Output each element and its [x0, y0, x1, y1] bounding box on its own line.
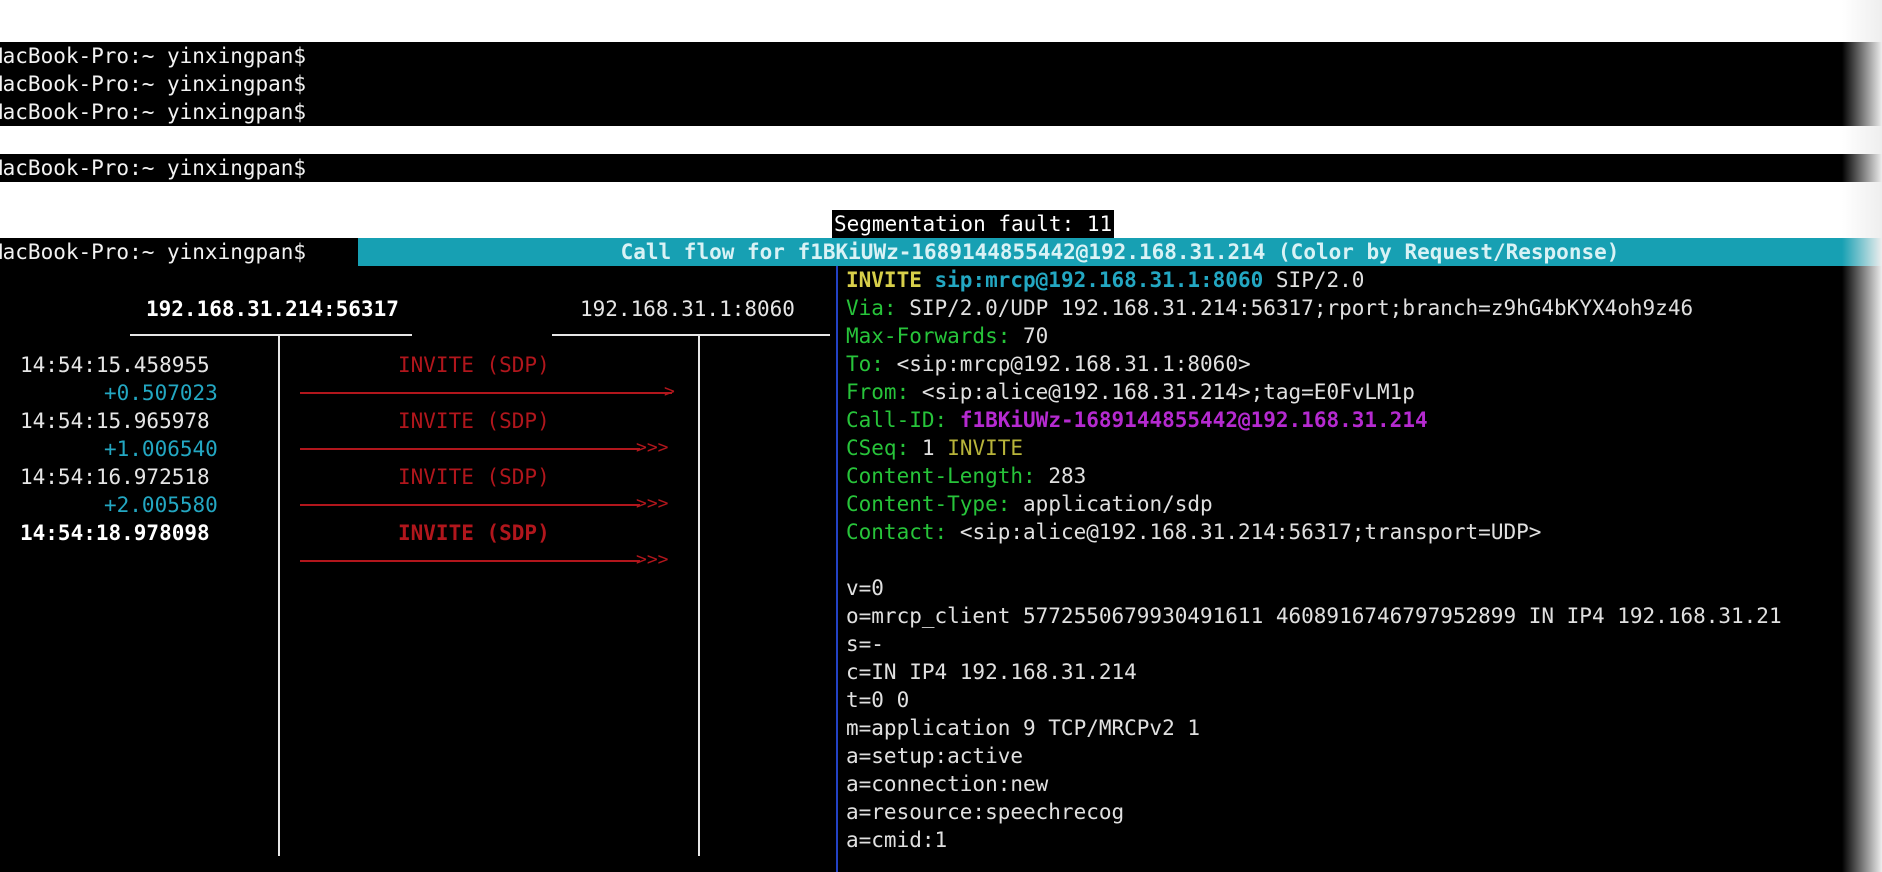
- cseq-method: INVITE: [947, 436, 1024, 460]
- host-a-label[interactable]: 192.168.31.214:56317: [146, 295, 399, 323]
- terminal-prompt-2: MacBook-Pro:~ yinxingpan$: [0, 72, 307, 96]
- message-timestamp-selected: 14:54:18.978098: [20, 521, 210, 545]
- message-arrow[interactable]: [300, 392, 672, 394]
- header-name: Contact:: [846, 520, 948, 544]
- host-b-label[interactable]: 192.168.31.1:8060: [580, 295, 795, 323]
- message-delta: +0.507023: [104, 381, 218, 405]
- terminal-prompt-1: MacBook-Pro:~ yinxingpan$: [0, 44, 307, 68]
- header-from: From: <sip:alice@192.168.31.214>;tag=E0F…: [846, 378, 1415, 406]
- header-value: application/sdp: [1023, 492, 1213, 516]
- message-timestamp: 14:54:15.965978: [20, 409, 210, 433]
- request-uri: sip:mrcp@192.168.31.1:8060: [934, 268, 1264, 292]
- arrow-head: >>>: [636, 549, 669, 570]
- request-line: INVITE sip:mrcp@192.168.31.1:8060 SIP/2.…: [846, 266, 1364, 294]
- request-method: INVITE: [846, 268, 922, 292]
- header-name: Via:: [846, 296, 897, 320]
- header-name: CSeq:: [846, 436, 910, 460]
- host-b-lifeline: [698, 336, 700, 856]
- sdp-line: a=cmid:1: [846, 828, 948, 852]
- host-b-underline: [552, 334, 830, 336]
- header-content-length: Content-Length: 283: [846, 462, 1086, 490]
- header-name: Call-ID:: [846, 408, 948, 432]
- header-content-type: Content-Type: application/sdp: [846, 490, 1213, 518]
- call-flow-title: Call flow for f1BKiUWz-1689144855442@192…: [358, 238, 1882, 266]
- message-label[interactable]: INVITE (SDP): [398, 351, 550, 379]
- header-to: To: <sip:mrcp@192.168.31.1:8060>: [846, 350, 1251, 378]
- header-value: SIP/2.0/UDP 192.168.31.214:56317;rport;b…: [909, 296, 1694, 320]
- header-value: <sip:alice@192.168.31.214:56317;transpor…: [959, 520, 1542, 544]
- sdp-line: t=0 0: [846, 688, 910, 712]
- header-call-id: Call-ID: f1BKiUWz-1689144855442@192.168.…: [846, 406, 1428, 434]
- host-a-lifeline: [278, 336, 280, 856]
- header-name: Max-Forwards:: [846, 324, 1011, 348]
- header-name: Content-Type:: [846, 492, 1011, 516]
- header-value: 283: [1048, 464, 1087, 488]
- host-a-underline: [130, 334, 412, 336]
- call-id-value: f1BKiUWz-1689144855442@192.168.31.214: [959, 408, 1428, 432]
- segfault-message: Segmentation fault: 11: [832, 210, 1115, 238]
- arrow-head: >: [664, 381, 675, 402]
- header-max-forwards: Max-Forwards: 70: [846, 322, 1048, 350]
- header-value: <sip:alice@192.168.31.214>;tag=E0FvLM1p: [921, 380, 1415, 404]
- message-arrow[interactable]: [300, 560, 640, 562]
- sdp-line: m=application 9 TCP/MRCPv2 1: [846, 716, 1201, 740]
- panel-divider: [836, 266, 838, 872]
- sdp-line: a=connection:new: [846, 772, 1049, 796]
- request-version: SIP/2.0: [1275, 268, 1365, 292]
- header-cseq: CSeq: 1 INVITE: [846, 434, 1023, 462]
- arrow-head: >>>: [636, 493, 669, 514]
- sdp-line: a=setup:active: [846, 744, 1024, 768]
- header-value: <sip:mrcp@192.168.31.1:8060>: [896, 352, 1251, 376]
- sdp-line: v=0: [846, 576, 884, 600]
- message-timestamp: 14:54:15.458955: [20, 353, 210, 377]
- message-label-selected[interactable]: INVITE (SDP): [398, 519, 550, 547]
- sdp-line: s=-: [846, 632, 884, 656]
- terminal-prompt-3: MacBook-Pro:~ yinxingpan$: [0, 100, 307, 124]
- sdp-line: o=mrcp_client 5772550679930491611 460891…: [846, 604, 1782, 628]
- terminal-prompt-4: MacBook-Pro:~ yinxingpan$: [0, 156, 307, 180]
- arrow-head: >>>: [636, 437, 669, 458]
- header-name: From:: [846, 380, 910, 404]
- message-label[interactable]: INVITE (SDP): [398, 407, 550, 435]
- message-arrow[interactable]: [300, 504, 640, 506]
- window-edge-shadow: [1842, 0, 1882, 872]
- sdp-line: a=resource:speechrecog: [846, 800, 1125, 824]
- header-via: Via: SIP/2.0/UDP 192.168.31.214:56317;rp…: [846, 294, 1693, 322]
- header-value: 1: [921, 436, 935, 460]
- message-timestamp: 14:54:16.972518: [20, 465, 210, 489]
- message-delta: +1.006540: [104, 437, 218, 461]
- sdp-line: c=IN IP4 192.168.31.214: [846, 660, 1137, 684]
- header-name: To:: [846, 352, 884, 376]
- message-arrow[interactable]: [300, 448, 640, 450]
- header-value: 70: [1023, 324, 1049, 348]
- terminal-prompt-5: MacBook-Pro:~ yinxingpan$: [0, 240, 307, 264]
- header-name: Content-Length:: [846, 464, 1036, 488]
- message-delta: +2.005580: [104, 493, 218, 517]
- message-label[interactable]: INVITE (SDP): [398, 463, 550, 491]
- header-contact: Contact: <sip:alice@192.168.31.214:56317…: [846, 518, 1541, 546]
